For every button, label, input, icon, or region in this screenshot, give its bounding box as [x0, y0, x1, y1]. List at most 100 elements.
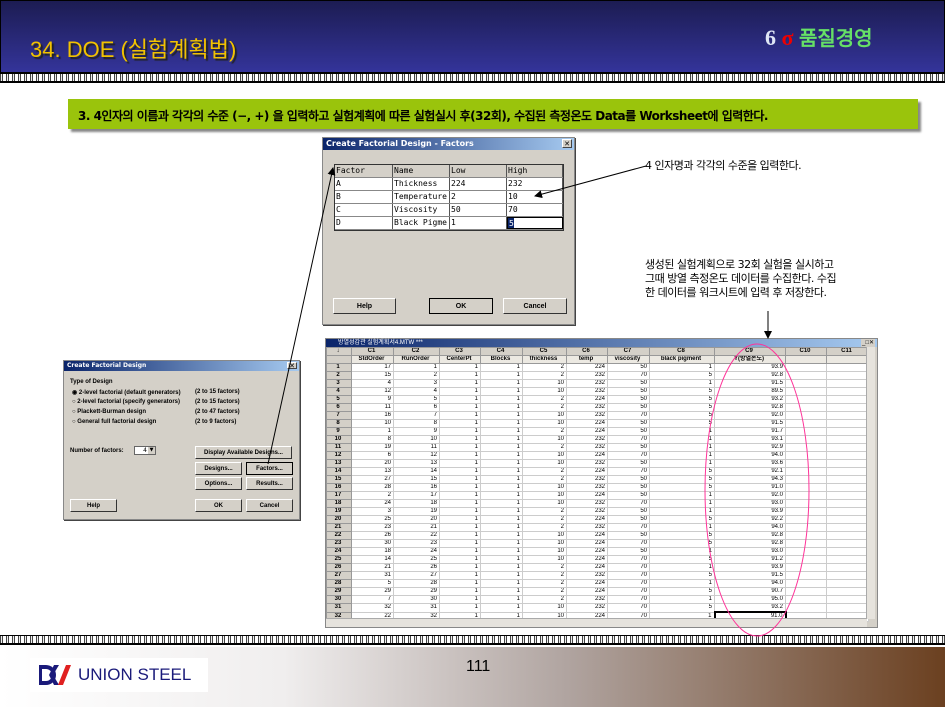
empty-cell[interactable]	[826, 395, 869, 404]
empty-cell[interactable]	[826, 595, 869, 604]
empty-cell[interactable]	[785, 403, 827, 412]
data-cell[interactable]: 16	[393, 483, 440, 492]
data-cell[interactable]: 2	[393, 371, 440, 380]
data-cell[interactable]: 5	[649, 467, 715, 476]
data-cell[interactable]: 1	[439, 595, 481, 604]
data-cell[interactable]: 1	[439, 587, 481, 596]
row-number[interactable]: 6	[326, 403, 352, 412]
row-number[interactable]: 11	[326, 443, 352, 452]
empty-cell[interactable]	[785, 395, 827, 404]
data-cell[interactable]: 3	[351, 507, 394, 516]
data-cell[interactable]: 1	[439, 515, 481, 524]
empty-cell[interactable]	[785, 435, 827, 444]
data-cell[interactable]: 92.8	[714, 371, 786, 380]
data-cell[interactable]: 92.2	[714, 515, 786, 524]
data-cell[interactable]: 1	[439, 395, 481, 404]
data-cell[interactable]: 31	[393, 603, 440, 613]
data-cell[interactable]: 50	[607, 531, 650, 540]
data-cell[interactable]: 1	[480, 531, 523, 540]
data-cell[interactable]: 1	[649, 507, 715, 516]
factors-button[interactable]: Factors...	[246, 462, 293, 475]
data-cell[interactable]: 232	[566, 459, 608, 468]
data-cell[interactable]: 1	[480, 395, 523, 404]
row-number[interactable]: 15	[326, 475, 352, 484]
row-number[interactable]: 17	[326, 491, 352, 500]
column-name[interactable]: CenterPt	[439, 355, 481, 364]
data-cell[interactable]: 1	[480, 579, 523, 588]
grid-cell[interactable]: B	[335, 191, 393, 203]
data-cell[interactable]: 1	[480, 563, 523, 572]
data-cell[interactable]: 23	[393, 539, 440, 548]
row-number[interactable]: 2	[326, 371, 352, 380]
data-cell[interactable]: 1	[439, 411, 481, 420]
empty-cell[interactable]	[785, 443, 827, 452]
empty-cell[interactable]	[826, 483, 869, 492]
data-cell[interactable]: 70	[607, 451, 650, 460]
empty-cell[interactable]	[785, 571, 827, 580]
data-cell[interactable]: 14	[351, 555, 394, 564]
data-cell[interactable]: 10	[522, 547, 567, 556]
data-cell[interactable]: 1	[439, 363, 481, 372]
row-number[interactable]: 27	[326, 571, 352, 580]
data-cell[interactable]: 224	[566, 467, 608, 476]
data-cell[interactable]: 1	[649, 459, 715, 468]
data-cell[interactable]: 70	[607, 539, 650, 548]
data-cell[interactable]: 1	[480, 547, 523, 556]
data-cell[interactable]: 5	[649, 515, 715, 524]
data-cell[interactable]: 24	[393, 547, 440, 556]
data-cell[interactable]: 224	[566, 515, 608, 524]
empty-cell[interactable]	[785, 587, 827, 596]
data-cell[interactable]: 1	[480, 539, 523, 548]
data-cell[interactable]: 5	[649, 603, 715, 613]
column-name[interactable]: StdOrder	[351, 355, 394, 364]
empty-cell[interactable]	[826, 371, 869, 380]
data-cell[interactable]: 5	[649, 539, 715, 548]
data-cell[interactable]: 92.8	[714, 539, 786, 548]
data-cell[interactable]: 5	[649, 403, 715, 412]
data-cell[interactable]: 224	[566, 531, 608, 540]
empty-cell[interactable]	[826, 531, 869, 540]
data-cell[interactable]: 1	[439, 603, 481, 613]
grid-cell[interactable]: 50	[450, 204, 507, 216]
column-name[interactable]	[826, 355, 869, 364]
data-cell[interactable]: 93.0	[714, 547, 786, 556]
data-cell[interactable]: 1	[649, 523, 715, 532]
design-type-radio[interactable]: ○ General full factorial design	[72, 419, 156, 425]
data-cell[interactable]: 1	[439, 451, 481, 460]
row-number[interactable]: 1	[326, 363, 352, 372]
row-number[interactable]: 26	[326, 563, 352, 572]
data-cell[interactable]: 94.0	[714, 523, 786, 532]
empty-cell[interactable]	[785, 379, 827, 388]
data-cell[interactable]: 20	[393, 515, 440, 524]
data-cell[interactable]: 2	[522, 475, 567, 484]
data-cell[interactable]: 32	[351, 603, 394, 613]
data-cell[interactable]: 28	[393, 579, 440, 588]
empty-cell[interactable]	[826, 379, 869, 388]
data-cell[interactable]: 2	[522, 595, 567, 604]
data-cell[interactable]: 93.6	[714, 459, 786, 468]
data-cell[interactable]: 11	[351, 403, 394, 412]
data-cell[interactable]: 10	[522, 379, 567, 388]
grid-cell[interactable]: Temperature	[393, 191, 450, 203]
empty-cell[interactable]	[785, 475, 827, 484]
empty-cell[interactable]	[785, 483, 827, 492]
data-cell[interactable]: 91.5	[714, 419, 786, 428]
empty-cell[interactable]	[826, 555, 869, 564]
grid-cell[interactable]: Thickness	[393, 178, 450, 190]
data-cell[interactable]: 1	[480, 443, 523, 452]
empty-cell[interactable]	[785, 427, 827, 436]
data-cell[interactable]: 70	[607, 499, 650, 508]
data-cell[interactable]: 50	[607, 419, 650, 428]
data-cell[interactable]: 92.9	[714, 443, 786, 452]
data-cell[interactable]: 92.8	[714, 531, 786, 540]
empty-cell[interactable]	[785, 531, 827, 540]
data-cell[interactable]: 91.5	[714, 379, 786, 388]
data-cell[interactable]: 1	[649, 435, 715, 444]
empty-cell[interactable]	[826, 427, 869, 436]
data-cell[interactable]: 50	[607, 395, 650, 404]
data-cell[interactable]: 1	[439, 555, 481, 564]
grid-cell[interactable]: 1	[450, 217, 507, 229]
data-cell[interactable]: 30	[351, 539, 394, 548]
data-cell[interactable]: 13	[393, 459, 440, 468]
data-cell[interactable]: 1	[439, 435, 481, 444]
